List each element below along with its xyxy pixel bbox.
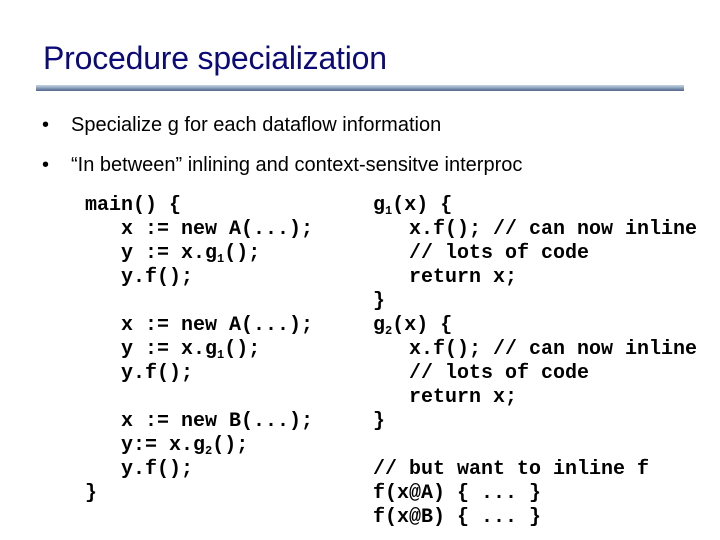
code-line: // but want to inline f	[373, 458, 697, 482]
code-line: main() {	[85, 194, 313, 218]
code-text: y.f();	[85, 458, 194, 481]
code-text: (x) {	[392, 194, 453, 217]
code-line: }	[85, 482, 313, 506]
bullet-text: “In between” inlining and context-sensit…	[71, 154, 523, 176]
code-subscript: 1	[385, 204, 393, 218]
code-text: (x) {	[392, 314, 453, 337]
code-line: // lots of code	[373, 242, 697, 266]
code-subscript: 2	[205, 444, 213, 458]
code-text: ();	[224, 338, 261, 361]
code-text: }	[373, 410, 386, 433]
code-line: f(x@A) { ... }	[373, 482, 697, 506]
code-line: f(x@B) { ... }	[373, 506, 697, 530]
code-text: g	[373, 194, 386, 217]
code-line: y := x.g1();	[85, 338, 313, 362]
slide-title: Procedure specialization	[43, 40, 387, 76]
code-text: ();	[224, 242, 261, 265]
bullet-text: Specialize g for each dataflow informati…	[71, 114, 442, 136]
bullet-marker: •	[42, 114, 50, 136]
code-line: x.f(); // can now inline	[373, 338, 697, 362]
code-text: y.f();	[85, 266, 194, 289]
code-line: x := new B(...);	[85, 410, 313, 434]
code-text: main() {	[85, 194, 182, 217]
code-text: // lots of code	[373, 242, 590, 265]
code-line: x := new A(...);	[85, 218, 313, 242]
code-line: y.f();	[85, 266, 313, 290]
code-line: }	[373, 290, 697, 314]
code-text: x.f(); // can now inline	[373, 338, 698, 361]
code-text: // but want to inline f	[373, 458, 650, 481]
code-line: y.f();	[85, 458, 313, 482]
code-line: return x;	[373, 386, 697, 410]
code-text: return x;	[373, 386, 518, 409]
code-text: f(x@B) { ... }	[373, 506, 542, 529]
code-line: y:= x.g2();	[85, 434, 313, 458]
code-text: f(x@A) { ... }	[373, 482, 542, 505]
code-text: x.f(); // can now inline	[373, 218, 698, 241]
code-line: x.f(); // can now inline	[373, 218, 697, 242]
code-line: y := x.g1();	[85, 242, 313, 266]
code-line: g2(x) {	[373, 314, 697, 338]
code-subscript: 1	[217, 252, 225, 266]
code-text: g	[373, 314, 386, 337]
code-subscript: 2	[385, 324, 393, 338]
code-line: return x;	[373, 266, 697, 290]
code-line: x := new A(...);	[85, 314, 313, 338]
code-block-specialized-procedures: g1(x) { x.f(); // can now inline // lots…	[373, 194, 697, 530]
code-text: // lots of code	[373, 362, 590, 385]
code-text: y := x.g	[85, 338, 218, 361]
code-text: x := new A(...);	[85, 218, 314, 241]
code-line: y.f();	[85, 362, 313, 386]
code-text: ();	[212, 434, 249, 457]
code-block-main: main() { x := new A(...); y := x.g1(); y…	[85, 194, 313, 506]
code-text: x := new B(...);	[85, 410, 314, 433]
code-line: g1(x) {	[373, 194, 697, 218]
code-text: }	[85, 482, 98, 505]
code-line: // lots of code	[373, 362, 697, 386]
code-text: x := new A(...);	[85, 314, 314, 337]
code-text: }	[373, 290, 386, 313]
code-subscript: 1	[217, 348, 225, 362]
title-underline-rule	[36, 85, 684, 91]
code-text: y := x.g	[85, 242, 218, 265]
bullet-marker: •	[42, 154, 50, 176]
code-text: y.f();	[85, 362, 194, 385]
code-line: }	[373, 410, 697, 434]
code-text: return x;	[373, 266, 518, 289]
code-text: y:= x.g	[85, 434, 206, 457]
